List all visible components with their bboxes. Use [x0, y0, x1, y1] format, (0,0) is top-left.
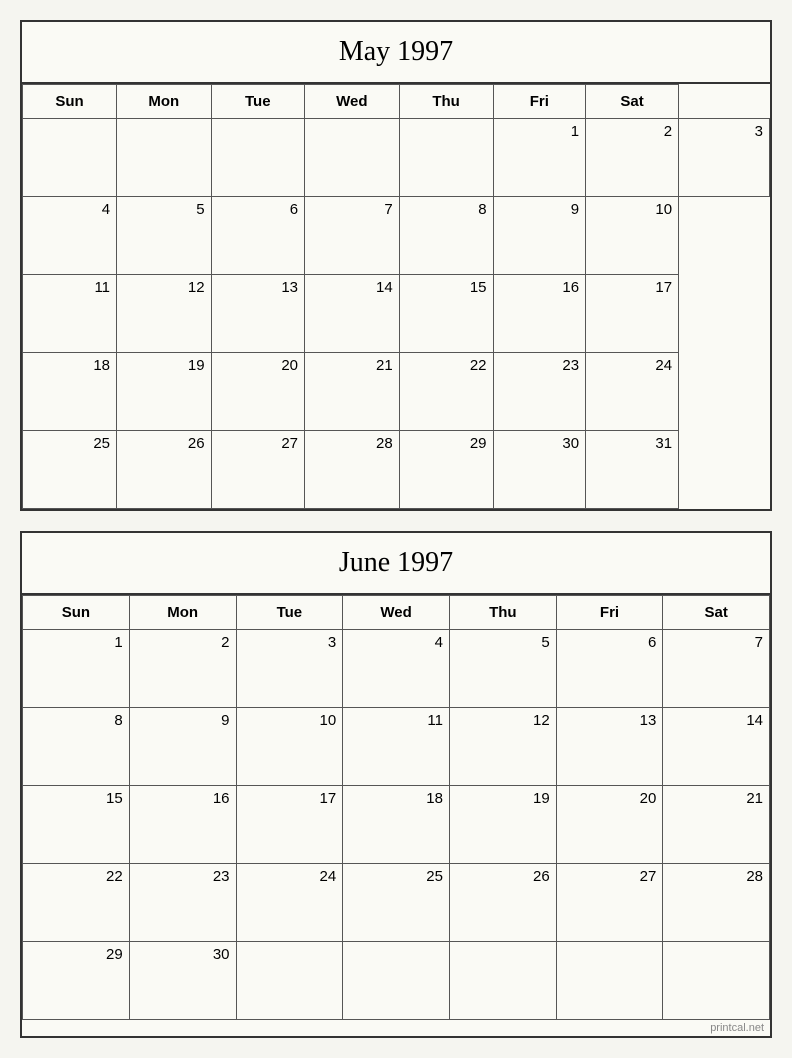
calendar-day-cell: 22: [23, 864, 130, 942]
calendar-day-cell: 27: [211, 431, 304, 509]
calendar-day-cell: 12: [449, 708, 556, 786]
calendar-day-cell: 11: [343, 708, 450, 786]
watermark: printcal.net: [22, 1020, 770, 1036]
day-header-fri: Fri: [556, 596, 663, 630]
calendar-day-cell: 9: [493, 197, 586, 275]
day-header-sun: Sun: [23, 85, 117, 119]
calendar-day-cell: 11: [23, 275, 117, 353]
calendar-day-cell: 5: [449, 630, 556, 708]
calendar-day-cell: 16: [493, 275, 586, 353]
calendar-day-cell: 20: [211, 353, 304, 431]
calendar-may-1997: May 1997SunMonTueWedThuFriSat12345678910…: [20, 20, 772, 511]
calendar-day-cell: 4: [23, 197, 117, 275]
calendar-june-1997: June 1997SunMonTueWedThuFriSat1234567891…: [20, 531, 772, 1038]
day-header-fri: Fri: [493, 85, 586, 119]
calendar-day-cell: 25: [23, 431, 117, 509]
calendar-day-cell: 13: [211, 275, 304, 353]
calendar-day-cell: 17: [586, 275, 679, 353]
calendar-grid-may-1997: SunMonTueWedThuFriSat1234567891011121314…: [22, 84, 770, 509]
calendar-day-cell: 7: [305, 197, 400, 275]
calendar-day-cell: 9: [129, 708, 236, 786]
calendar-day-cell: 24: [586, 353, 679, 431]
calendar-day-cell: [343, 942, 450, 1020]
calendar-day-cell: 10: [586, 197, 679, 275]
calendar-day-cell: 19: [117, 353, 212, 431]
calendar-day-cell: 5: [117, 197, 212, 275]
calendar-day-cell: 7: [663, 630, 770, 708]
calendar-day-cell: 8: [23, 708, 130, 786]
calendar-title-june-1997: June 1997: [22, 533, 770, 595]
calendar-day-cell: 19: [449, 786, 556, 864]
day-header-wed: Wed: [305, 85, 400, 119]
calendar-day-cell: 21: [663, 786, 770, 864]
calendar-day-cell: 8: [399, 197, 493, 275]
calendar-day-cell: 30: [493, 431, 586, 509]
calendar-day-cell: 23: [129, 864, 236, 942]
calendar-day-cell: 14: [305, 275, 400, 353]
calendar-day-cell: 3: [679, 119, 770, 197]
calendar-day-cell: 6: [556, 630, 663, 708]
calendar-day-cell: [117, 119, 212, 197]
calendar-day-cell: 18: [23, 353, 117, 431]
calendar-day-cell: 27: [556, 864, 663, 942]
calendar-day-cell: 25: [343, 864, 450, 942]
calendar-day-cell: 16: [129, 786, 236, 864]
calendar-day-cell: 1: [493, 119, 586, 197]
day-header-tue: Tue: [236, 596, 343, 630]
calendar-day-cell: 10: [236, 708, 343, 786]
calendar-day-cell: 24: [236, 864, 343, 942]
calendar-container: May 1997SunMonTueWedThuFriSat12345678910…: [20, 20, 772, 1038]
day-header-sat: Sat: [586, 85, 679, 119]
day-header-wed: Wed: [343, 596, 450, 630]
calendar-day-cell: 28: [305, 431, 400, 509]
calendar-day-cell: [236, 942, 343, 1020]
calendar-day-cell: 2: [129, 630, 236, 708]
calendar-day-cell: [663, 942, 770, 1020]
calendar-day-cell: [211, 119, 304, 197]
calendar-day-cell: 12: [117, 275, 212, 353]
calendar-day-cell: [449, 942, 556, 1020]
calendar-day-cell: 29: [399, 431, 493, 509]
calendar-day-cell: 6: [211, 197, 304, 275]
calendar-day-cell: 20: [556, 786, 663, 864]
calendar-day-cell: 26: [117, 431, 212, 509]
calendar-day-cell: [305, 119, 400, 197]
calendar-day-cell: 15: [23, 786, 130, 864]
calendar-day-cell: 4: [343, 630, 450, 708]
day-header-thu: Thu: [399, 85, 493, 119]
calendar-day-cell: 29: [23, 942, 130, 1020]
calendar-day-cell: [556, 942, 663, 1020]
calendar-day-cell: 17: [236, 786, 343, 864]
day-header-thu: Thu: [449, 596, 556, 630]
calendar-day-cell: 22: [399, 353, 493, 431]
calendar-day-cell: 31: [586, 431, 679, 509]
calendar-day-cell: 26: [449, 864, 556, 942]
day-header-mon: Mon: [129, 596, 236, 630]
calendar-day-cell: 1: [23, 630, 130, 708]
calendar-day-cell: 3: [236, 630, 343, 708]
day-header-sun: Sun: [23, 596, 130, 630]
calendar-day-cell: 2: [586, 119, 679, 197]
calendar-title-may-1997: May 1997: [22, 22, 770, 84]
calendar-day-cell: [23, 119, 117, 197]
calendar-day-cell: 23: [493, 353, 586, 431]
calendar-day-cell: [399, 119, 493, 197]
calendar-day-cell: 21: [305, 353, 400, 431]
calendar-day-cell: 18: [343, 786, 450, 864]
calendar-day-cell: 28: [663, 864, 770, 942]
day-header-sat: Sat: [663, 596, 770, 630]
day-header-mon: Mon: [117, 85, 212, 119]
day-header-tue: Tue: [211, 85, 304, 119]
calendar-day-cell: 30: [129, 942, 236, 1020]
calendar-day-cell: 15: [399, 275, 493, 353]
calendar-day-cell: 14: [663, 708, 770, 786]
calendar-grid-june-1997: SunMonTueWedThuFriSat1234567891011121314…: [22, 595, 770, 1020]
calendar-day-cell: 13: [556, 708, 663, 786]
